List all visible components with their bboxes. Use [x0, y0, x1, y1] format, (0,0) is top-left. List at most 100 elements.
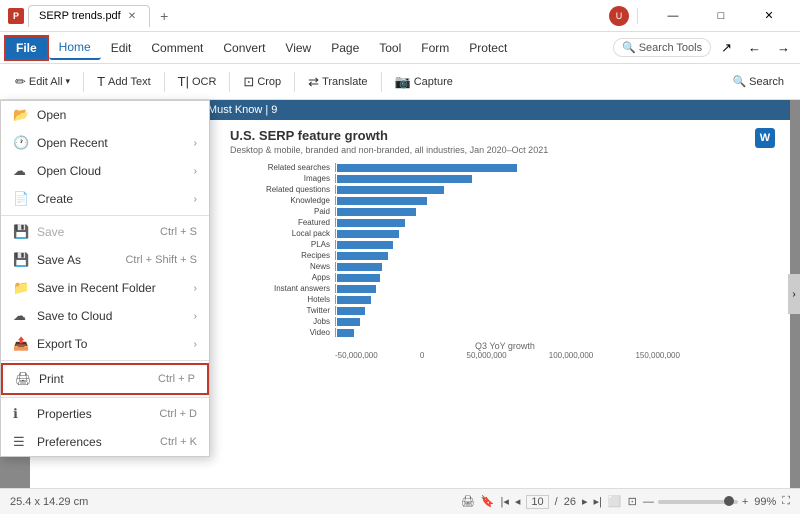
- chart-row: Local pack: [230, 229, 780, 238]
- translate-btn[interactable]: ⇄ Translate: [301, 71, 374, 93]
- save-cloud-icon: ☁: [13, 308, 31, 324]
- nav-last[interactable]: ▸|: [594, 495, 602, 508]
- chart-label: Related searches: [230, 163, 335, 172]
- nav-prev[interactable]: ◂: [515, 495, 521, 508]
- zoom-controls: — +: [643, 496, 748, 508]
- search-btn[interactable]: 🔍 Search: [724, 72, 792, 91]
- ocr-icon: T|: [178, 74, 189, 89]
- add-text-btn[interactable]: T Add Text: [90, 71, 158, 92]
- menu-create[interactable]: 📄 Create ›: [1, 185, 209, 213]
- menu-tool[interactable]: Tool: [369, 37, 411, 59]
- menu-convert[interactable]: Convert: [213, 37, 275, 59]
- menu-home[interactable]: Home: [49, 36, 101, 60]
- chart-label: Video: [230, 328, 335, 337]
- menu-preferences[interactable]: ☰ Preferences Ctrl + K: [1, 428, 209, 456]
- chart-label: Knowledge: [230, 196, 335, 205]
- status-bar: 25.4 x 14.29 cm 🖨 🔖 |◂ ◂ 10 / 26 ▸ ▸| ⬜ …: [0, 488, 800, 514]
- zoom-slider[interactable]: [658, 500, 738, 504]
- nav-first[interactable]: |◂: [501, 495, 509, 508]
- chart-bar: [337, 274, 380, 282]
- chart-row: Featured: [230, 218, 780, 227]
- menu-view[interactable]: View: [275, 37, 321, 59]
- capture-label: Capture: [414, 76, 453, 88]
- chart-label: PLAs: [230, 240, 335, 249]
- tab-close-btn[interactable]: ✕: [125, 10, 139, 23]
- chart-row: Related questions: [230, 185, 780, 194]
- menu-comment[interactable]: Comment: [141, 37, 213, 59]
- chart-x-label: Q3 YoY growth: [230, 341, 780, 351]
- chart-label: Paid: [230, 207, 335, 216]
- chart-bar: [337, 197, 427, 205]
- menu-edit[interactable]: Edit: [101, 37, 142, 59]
- menu-open[interactable]: 📂 Open: [1, 101, 209, 129]
- chart-bar: [337, 164, 517, 172]
- fullscreen-btn[interactable]: ⛶: [782, 495, 790, 508]
- scroll-right-btn[interactable]: ›: [788, 274, 800, 314]
- bookmark-status-icon[interactable]: 🔖: [481, 495, 495, 508]
- capture-btn[interactable]: 📷 Capture: [388, 71, 460, 93]
- menu-print[interactable]: 🖨 Print Ctrl + P: [1, 363, 209, 395]
- nav-next[interactable]: ▸: [582, 495, 588, 508]
- export-arrow: ›: [194, 339, 197, 350]
- menu-open-recent[interactable]: 🕐 Open Recent ›: [1, 129, 209, 157]
- ocr-label: OCR: [192, 76, 216, 88]
- dimensions-label: 25.4 x 14.29 cm: [10, 496, 88, 508]
- file-menu-btn[interactable]: File: [4, 35, 49, 61]
- open-label: Open: [37, 108, 66, 122]
- chart-label: Recipes: [230, 251, 335, 260]
- edit-icon: ✏: [15, 74, 26, 90]
- tab-title: SERP trends.pdf: [39, 10, 121, 22]
- export-icon: 📤: [13, 336, 31, 352]
- save-recent-arrow: ›: [194, 283, 197, 294]
- search-icon: 🔍: [732, 75, 746, 88]
- chart-bar: [337, 219, 405, 227]
- print-status-icon[interactable]: 🖨: [461, 495, 475, 508]
- capture-icon: 📷: [395, 74, 411, 90]
- zoom-in-btn[interactable]: +: [742, 496, 748, 508]
- preferences-icon: ☰: [13, 434, 31, 450]
- close-btn[interactable]: ✕: [746, 0, 792, 32]
- crop-label: Crop: [257, 76, 281, 88]
- menu-page[interactable]: Page: [321, 37, 369, 59]
- menu-properties[interactable]: ℹ Properties Ctrl + D: [1, 400, 209, 428]
- menu-protect[interactable]: Protect: [459, 37, 517, 59]
- save-as-shortcut: Ctrl + Shift + S: [125, 254, 197, 266]
- zoom-level: 99%: [754, 496, 776, 508]
- menu-open-cloud[interactable]: ☁ Open Cloud ›: [1, 157, 209, 185]
- search-tools-input[interactable]: 🔍 Search Tools: [613, 38, 711, 57]
- new-tab-btn[interactable]: +: [154, 8, 174, 24]
- page-layout-icon[interactable]: ⬜: [608, 495, 622, 508]
- back-btn[interactable]: ←: [742, 38, 767, 57]
- open-recent-arrow: ›: [194, 138, 197, 149]
- minimize-btn[interactable]: —: [650, 0, 696, 32]
- crop-btn[interactable]: ⊡ Crop: [236, 71, 288, 93]
- menu-form[interactable]: Form: [411, 37, 459, 59]
- chart-label: Featured: [230, 218, 335, 227]
- fit-icon[interactable]: ⊡: [628, 495, 637, 508]
- forward-btn[interactable]: →: [771, 38, 796, 57]
- sep2: [164, 72, 165, 92]
- status-right: 🖨 🔖 |◂ ◂ 10 / 26 ▸ ▸| ⬜ ⊡ — + 99% ⛶: [461, 495, 790, 509]
- menu-save-cloud[interactable]: ☁ Save to Cloud ›: [1, 302, 209, 330]
- active-tab[interactable]: SERP trends.pdf ✕: [28, 5, 150, 27]
- menu-save-recent[interactable]: 📁 Save in Recent Folder ›: [1, 274, 209, 302]
- search-label: Search: [749, 76, 784, 88]
- chart-x-ticks: -50,000,000050,000,000100,000,000150,000…: [230, 351, 780, 360]
- user-avatar: U: [609, 6, 629, 26]
- sep-1: [1, 215, 209, 216]
- menu-save-as[interactable]: 💾 Save As Ctrl + Shift + S: [1, 246, 209, 274]
- translate-label: Translate: [322, 76, 367, 88]
- save-as-label: Save As: [37, 253, 81, 267]
- save-shortcut: Ctrl + S: [160, 226, 197, 238]
- save-as-icon: 💾: [13, 252, 31, 268]
- title-bar: P SERP trends.pdf ✕ + U — □ ✕: [0, 0, 800, 32]
- maximize-btn[interactable]: □: [698, 0, 744, 32]
- share-btn[interactable]: ↗: [715, 38, 738, 58]
- zoom-out-btn[interactable]: —: [643, 496, 654, 508]
- page-current[interactable]: 10: [526, 495, 548, 509]
- ocr-btn[interactable]: T| OCR: [171, 71, 224, 92]
- menu-export[interactable]: 📤 Export To ›: [1, 330, 209, 358]
- chart-row: Recipes: [230, 251, 780, 260]
- print-shortcut: Ctrl + P: [158, 373, 195, 385]
- edit-all-btn[interactable]: ✏ Edit All ▾: [8, 71, 77, 93]
